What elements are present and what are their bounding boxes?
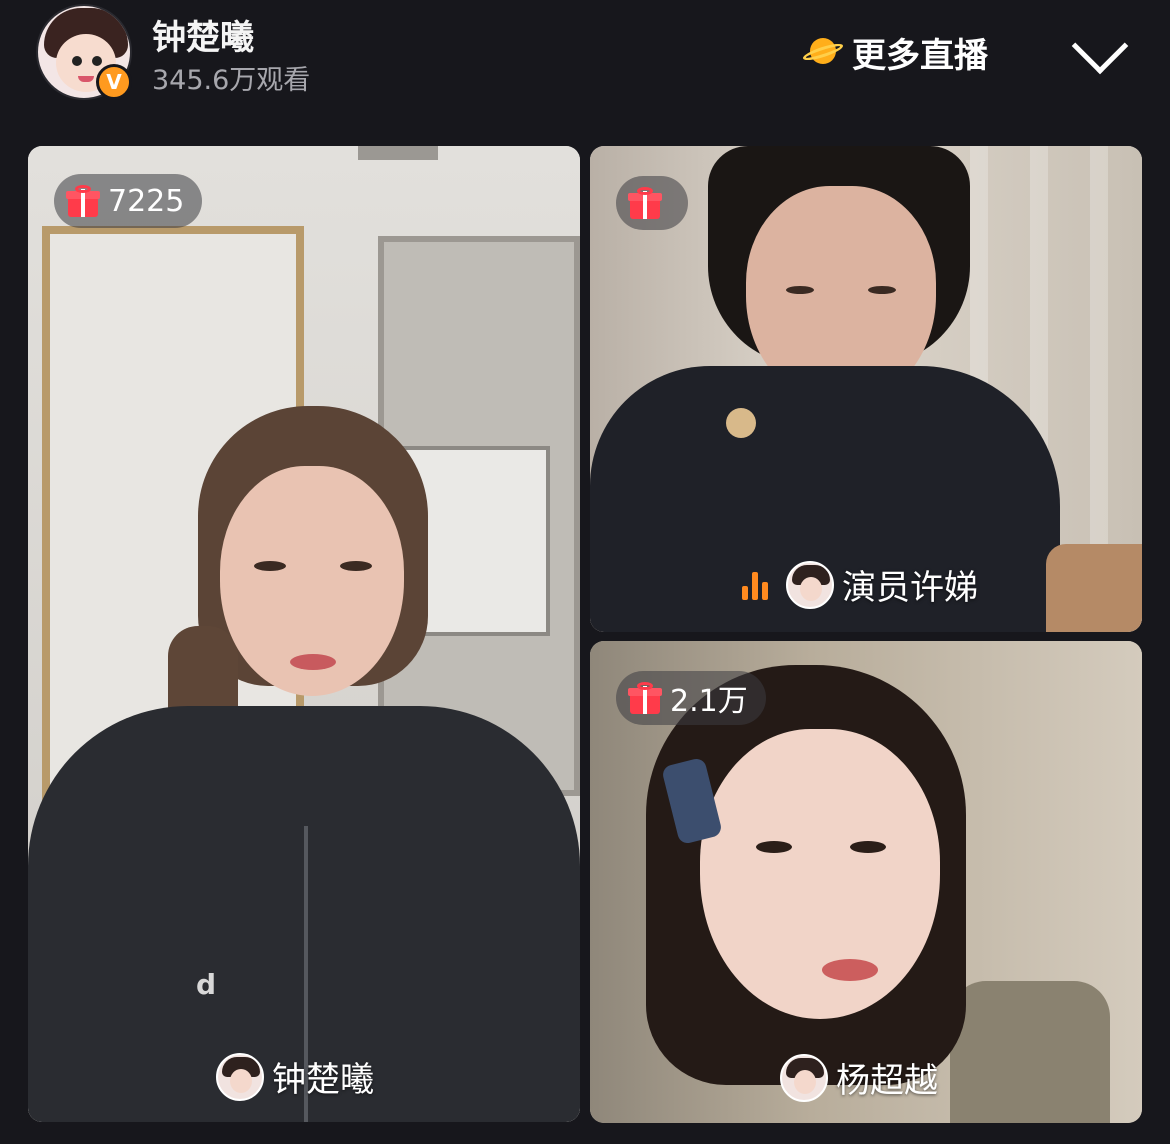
gift-counter[interactable]: 7225 [54,174,203,228]
streamer-eye-left [254,561,286,571]
streamer-lips [290,654,336,670]
guest-eye-right [868,286,896,294]
more-live-button[interactable]: 更多直播 [800,30,988,76]
participant-tag[interactable]: 演员许娣 [742,560,978,609]
hoodie-logo: d [196,968,217,1001]
gift-icon [66,185,100,217]
guest-eye-right [850,841,886,853]
guest-brooch [726,408,756,438]
guest-lips [822,959,878,981]
guest-face [700,729,940,1019]
verified-badge-icon: V [96,64,132,100]
gift-icon [628,187,662,219]
video-panel-main[interactable]: d 7225 钟楚曦 [28,146,580,1122]
more-live-label: 更多直播 [852,35,988,76]
gift-counter[interactable]: 2.1万 [616,671,766,725]
live-room: V 钟楚曦 345.6万观看 更多直播 d 7225 钟楚曦 演员许娣 2.1万… [0,0,1170,1144]
streamer-eye-right [340,561,372,571]
participant-name: 演员许娣 [842,568,978,608]
avatar-eye-left [72,56,82,66]
planet-icon [800,32,846,72]
header: V 钟楚曦 345.6万观看 更多直播 [0,0,1170,140]
video-panel-top-right[interactable]: 演员许娣 [590,146,1142,632]
gift-count: 2.1万 [670,684,748,719]
participant-name: 钟楚曦 [272,1060,374,1100]
chevron-down-icon[interactable] [1071,17,1129,75]
gift-icon [628,682,662,714]
participant-avatar [216,1052,264,1101]
host-name[interactable]: 钟楚曦 [152,10,254,59]
gift-count: 7225 [108,183,185,219]
participant-name: 杨超越 [836,1061,938,1101]
participant-avatar [786,560,834,609]
participant-tag[interactable]: 钟楚曦 [216,1052,374,1101]
participant-avatar [780,1053,828,1102]
avatar-eye-right [92,56,102,66]
gift-counter[interactable] [616,176,688,230]
chair [950,981,1110,1123]
speaking-icon [742,570,772,600]
video-panel-bottom-right[interactable]: 2.1万 杨超越 [590,641,1142,1123]
guest-eye-left [756,841,792,853]
chair [1046,544,1142,632]
participant-tag[interactable]: 杨超越 [780,1053,938,1102]
viewer-count: 345.6万观看 [152,65,311,96]
ceiling-vent [358,146,438,160]
guest-eye-left [786,286,814,294]
